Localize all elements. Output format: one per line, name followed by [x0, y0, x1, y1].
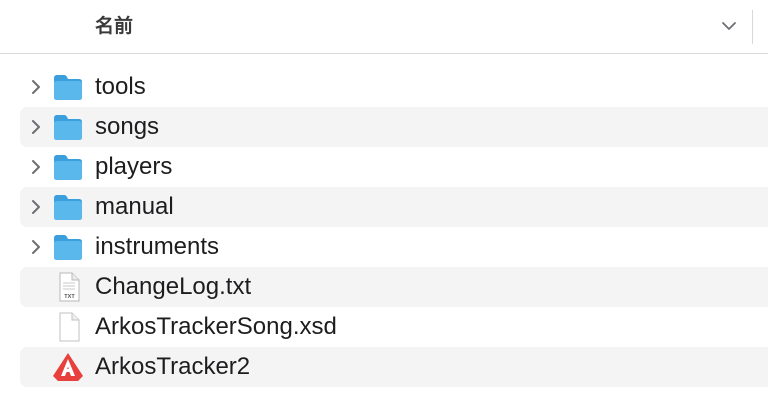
column-header[interactable]: 名前 — [0, 0, 768, 54]
disclosure-chevron-icon[interactable] — [28, 198, 44, 216]
list-item-arkostracker2[interactable]: ArkosTracker2 — [20, 347, 768, 387]
disclosure-chevron-icon[interactable] — [28, 158, 44, 176]
chevron-down-icon[interactable] — [718, 15, 740, 37]
list-item-changelog[interactable]: TXT ChangeLog.txt — [20, 267, 768, 307]
list-item-tools[interactable]: tools — [20, 67, 768, 107]
arkos-app-icon — [53, 353, 83, 381]
list-item-instruments[interactable]: instruments — [20, 227, 768, 267]
list-item-songs[interactable]: songs — [20, 107, 768, 147]
folder-icon — [54, 195, 82, 220]
item-name: instruments — [95, 233, 220, 260]
item-name: ArkosTrackerSong.xsd — [95, 313, 337, 340]
txt-badge: TXT — [64, 294, 75, 300]
folder-icon — [54, 75, 82, 100]
list-item-manual[interactable]: manual — [20, 187, 768, 227]
finder-list-view: 名前 tools songs players manual instrument… — [0, 0, 768, 402]
disclosure-chevron-icon[interactable] — [28, 118, 44, 136]
item-name: tools — [95, 73, 146, 100]
disclosure-chevron-icon[interactable] — [28, 78, 44, 96]
folder-icon — [54, 235, 82, 260]
file-list: tools songs players manual instruments T… — [20, 67, 768, 387]
folder-icon — [54, 155, 82, 180]
disclosure-chevron-icon[interactable] — [28, 238, 44, 256]
document-icon — [59, 312, 80, 342]
list-item-players[interactable]: players — [20, 147, 768, 187]
name-column-header[interactable]: 名前 — [95, 15, 133, 39]
txt-file-icon: TXT — [59, 272, 80, 302]
list-item-xsd[interactable]: ArkosTrackerSong.xsd — [20, 307, 768, 347]
folder-icon — [54, 115, 82, 140]
item-name: players — [95, 153, 173, 180]
item-name: songs — [95, 113, 160, 140]
item-name: ChangeLog.txt — [95, 273, 252, 300]
item-name: manual — [95, 193, 174, 220]
column-divider[interactable] — [752, 10, 753, 44]
item-name: ArkosTracker2 — [95, 353, 251, 380]
